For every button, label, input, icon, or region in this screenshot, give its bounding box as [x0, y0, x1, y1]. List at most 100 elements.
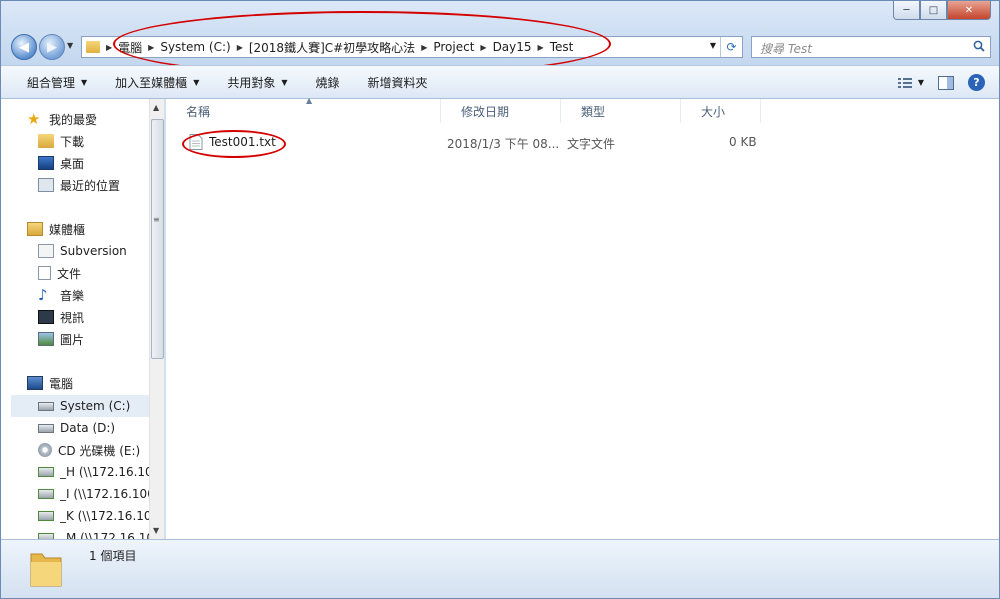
- column-name-label: 名稱: [186, 104, 211, 119]
- nav-item-cd-e[interactable]: CD 光碟機 (E:): [38, 439, 164, 461]
- file-size: 0 KB: [729, 135, 757, 149]
- back-button[interactable]: ◀: [11, 34, 37, 60]
- chevron-down-icon: ▼: [81, 77, 88, 87]
- help-icon[interactable]: ?: [968, 74, 985, 91]
- file-list-pane: 名稱 ▲ 修改日期 類型 大小 Test001.txt 2018/1/3 下午 …: [166, 96, 999, 539]
- desktop-icon: [38, 156, 54, 170]
- nav-item-downloads[interactable]: 下載: [38, 130, 164, 152]
- nav-item-pictures[interactable]: 圖片: [38, 328, 164, 350]
- chevron-down-icon: ▼: [281, 77, 288, 87]
- maximize-button[interactable]: □: [920, 1, 947, 20]
- library-icon: [27, 222, 43, 236]
- nav-item-network-k[interactable]: _K (\\172.16.100: [38, 505, 164, 527]
- column-type-label: 類型: [581, 104, 606, 119]
- nav-item-label: 下載: [60, 134, 85, 149]
- window-controls: ─ □ ✕: [893, 1, 991, 20]
- breadcrumb-separator-icon[interactable]: ▶: [106, 43, 112, 52]
- nav-item-videos[interactable]: 視訊: [38, 306, 164, 328]
- nav-item-label: 最近的位置: [60, 178, 121, 193]
- pictures-icon: [38, 332, 54, 346]
- chevron-down-icon: ▼: [193, 77, 200, 87]
- grip-icon: ≡: [153, 215, 160, 224]
- toolbar-right-group: ▼ ?: [897, 74, 985, 91]
- nav-item-data-d[interactable]: Data (D:): [38, 417, 164, 439]
- nav-item-desktop[interactable]: 桌面: [38, 152, 164, 174]
- explorer-window: ─ □ ✕ ◀ ▶ ▼ ▶ 電腦 ▶ System (C:) ▶ [2018鐵人…: [0, 0, 1000, 599]
- search-box[interactable]: 搜尋 Test: [751, 36, 991, 58]
- nav-libraries-label: 媒體櫃: [49, 222, 86, 237]
- nav-item-label: _M (\\172.16.10: [60, 531, 155, 539]
- item-count: 1 個項目: [89, 549, 137, 563]
- document-library-icon: [38, 244, 54, 258]
- nav-item-label: _K (\\172.16.100: [60, 509, 160, 523]
- include-library-button[interactable]: 加入至媒體櫃 ▼: [101, 66, 213, 98]
- network-drive-icon: [38, 511, 54, 521]
- nav-item-recent-places[interactable]: 最近的位置: [38, 174, 164, 196]
- nav-item-network-h[interactable]: _H (\\172.16.100: [38, 461, 164, 483]
- nav-item-label: 桌面: [60, 156, 85, 171]
- column-header-type[interactable]: 類型: [561, 99, 681, 123]
- column-header-date[interactable]: 修改日期: [441, 99, 561, 123]
- folder-icon: [30, 553, 62, 587]
- nav-item-subversion[interactable]: Subversion: [38, 240, 164, 262]
- forward-button[interactable]: ▶: [39, 34, 65, 60]
- details-pane: 1 個項目: [1, 539, 999, 598]
- new-folder-label: 新增資料夾: [367, 75, 428, 90]
- column-header-name[interactable]: 名稱 ▲: [166, 96, 441, 123]
- scrollbar-thumb[interactable]: [151, 119, 164, 359]
- new-folder-button[interactable]: 新增資料夾: [354, 66, 442, 98]
- nav-item-label: 音樂: [60, 288, 85, 303]
- computer-icon: [27, 376, 43, 390]
- nav-computer[interactable]: 電腦: [27, 372, 164, 394]
- nav-item-documents[interactable]: 文件: [38, 262, 164, 284]
- search-icon[interactable]: [973, 40, 985, 52]
- file-date: 2018/1/3 下午 08...: [447, 137, 560, 151]
- drive-icon: [38, 401, 54, 411]
- view-details-icon: [897, 77, 912, 88]
- column-size-label: 大小: [701, 104, 726, 119]
- music-icon: ♪: [38, 286, 48, 304]
- burn-button[interactable]: 燒錄: [302, 66, 354, 98]
- nav-item-network-i[interactable]: _I (\\172.16.100.: [38, 483, 164, 505]
- nav-item-label: _I (\\172.16.100.: [60, 487, 159, 501]
- folder-icon: [86, 41, 100, 53]
- arrow-right-icon: ▶: [47, 39, 57, 55]
- command-toolbar: 組合管理 ▼ 加入至媒體櫃 ▼ 共用對象 ▼ 燒錄 新增資料夾 ▼ ?: [1, 65, 999, 99]
- organize-label: 組合管理: [27, 75, 76, 90]
- minimize-button[interactable]: ─: [893, 1, 920, 20]
- chevron-down-icon: ▼: [917, 78, 924, 87]
- organize-button[interactable]: 組合管理 ▼: [1, 66, 101, 98]
- refresh-button[interactable]: ⟳: [720, 37, 742, 57]
- nav-item-label: CD 光碟機 (E:): [58, 443, 141, 458]
- share-with-label: 共用對象: [227, 75, 276, 90]
- recent-pages-dropdown[interactable]: ▼: [67, 41, 73, 50]
- arrow-left-icon: ◀: [19, 39, 29, 55]
- nav-libraries[interactable]: 媒體櫃: [27, 218, 164, 240]
- network-drive-icon: [38, 467, 54, 477]
- recent-places-icon: [38, 178, 54, 192]
- navigation-scrollbar[interactable]: ▲ ≡ ▼: [149, 99, 164, 539]
- nav-favorites-label: 我的最愛: [49, 112, 98, 127]
- nav-item-label: Data (D:): [60, 421, 116, 435]
- address-history-dropdown[interactable]: ▼: [710, 41, 716, 50]
- change-view-button[interactable]: ▼: [897, 77, 924, 89]
- scroll-down-icon[interactable]: ▼: [153, 526, 159, 535]
- nav-item-label: _H (\\172.16.100: [60, 465, 161, 479]
- nav-item-label: Subversion: [60, 244, 127, 258]
- close-button[interactable]: ✕: [947, 1, 991, 20]
- nav-item-label: System (C:): [60, 399, 131, 413]
- nav-favorites[interactable]: ★ 我的最愛: [27, 108, 164, 130]
- refresh-icon: ⟳: [726, 40, 737, 54]
- nav-item-music[interactable]: ♪ 音樂: [38, 284, 164, 306]
- column-header-size[interactable]: 大小: [681, 99, 761, 123]
- burn-label: 燒錄: [315, 75, 340, 90]
- share-with-button[interactable]: 共用對象 ▼: [213, 66, 301, 98]
- nav-item-system-c[interactable]: System (C:): [11, 395, 149, 417]
- search-input[interactable]: 搜尋 Test: [760, 40, 812, 57]
- scroll-up-icon[interactable]: ▲: [153, 103, 159, 112]
- sort-ascending-icon: ▲: [306, 96, 313, 105]
- nav-item-network-m[interactable]: _M (\\172.16.10: [38, 527, 164, 539]
- preview-pane-icon[interactable]: [938, 75, 954, 90]
- star-icon: ★: [27, 110, 41, 128]
- network-drive-icon: [38, 489, 54, 499]
